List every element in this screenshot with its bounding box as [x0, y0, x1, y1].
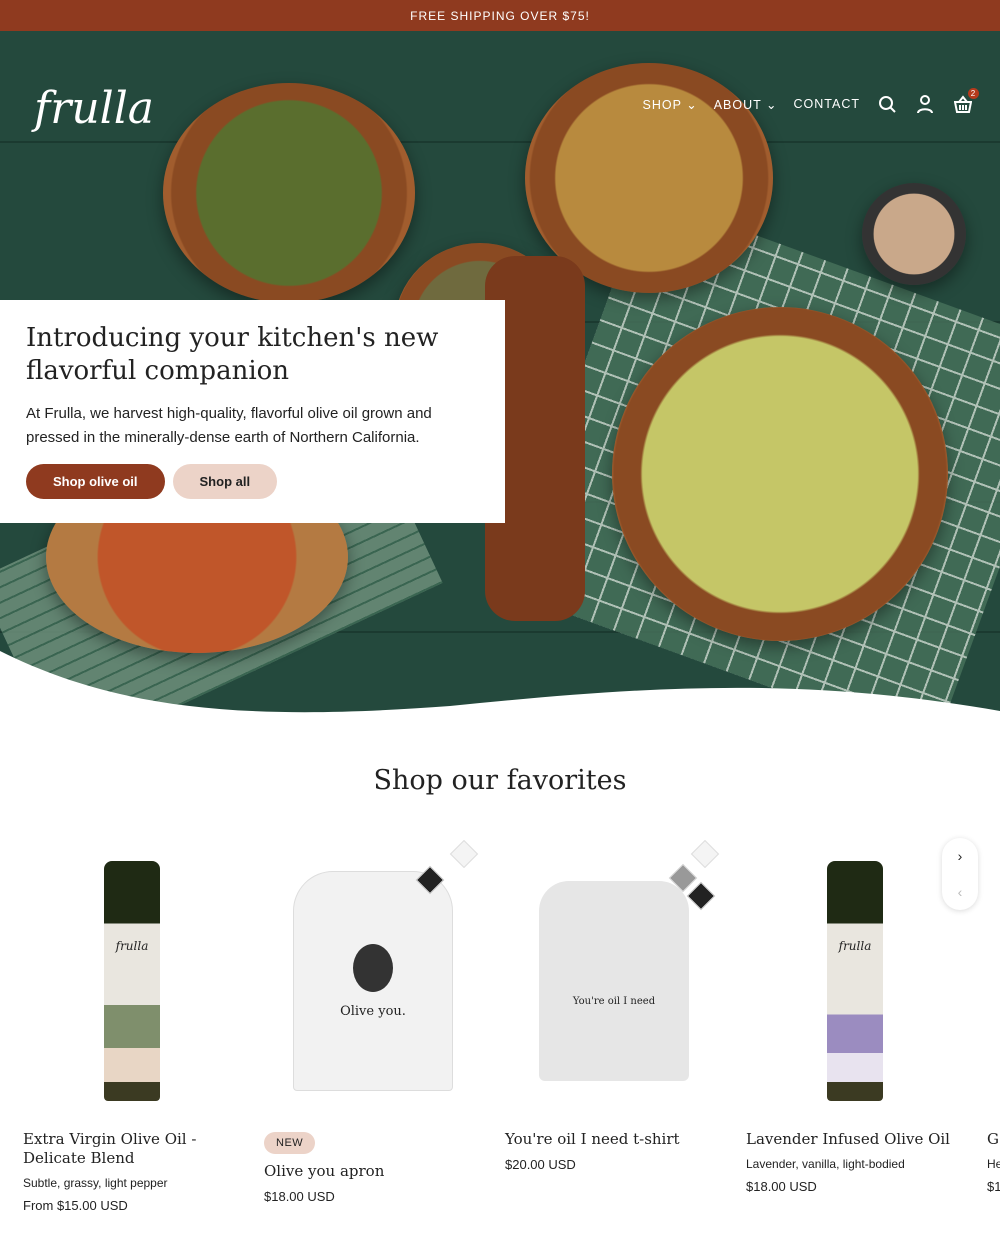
shop-all-button[interactable]: Shop all — [172, 464, 278, 499]
product-card[interactable]: Olive you. NEW Olive you apron $18.00 US… — [264, 839, 482, 1204]
product-price: From $15.00 USD — [23, 1198, 128, 1213]
apron-image: Olive you. — [293, 871, 453, 1091]
product-subtitle: He — [987, 1157, 1000, 1171]
hero: frulla SHOP ⌄ ABOUT ⌄ CONTACT 2 Introduc… — [0, 31, 1000, 731]
product-card[interactable]: G He $1 — [987, 846, 1000, 1194]
product-title[interactable]: Lavender Infused Olive Oil — [746, 1130, 964, 1149]
main-nav: SHOP ⌄ ABOUT ⌄ CONTACT 2 — [643, 88, 979, 115]
product-card[interactable]: frulla Lavender Infused Olive Oil Lavend… — [746, 846, 964, 1194]
tshirt-image: You're oil I need — [539, 881, 689, 1081]
product-price: $18.00 USD — [264, 1189, 335, 1204]
hero-body: At Frulla, we harvest high-quality, flav… — [26, 405, 432, 446]
chevron-down-icon: ⌄ — [766, 97, 778, 112]
color-swatch-white[interactable] — [449, 839, 479, 869]
product-card[interactable]: You're oil I need You're oil I need t-sh… — [505, 839, 723, 1172]
hero-card: Introducing your kitchen's new flavorful… — [0, 300, 505, 523]
search-icon[interactable] — [876, 93, 898, 115]
product-title[interactable]: Olive you apron — [264, 1162, 482, 1181]
cart-icon[interactable]: 2 — [952, 88, 979, 115]
nav-about[interactable]: ABOUT ⌄ — [714, 97, 778, 112]
nav-shop[interactable]: SHOP ⌄ — [643, 97, 698, 112]
chevron-down-icon: ⌄ — [686, 97, 698, 112]
product-carousel: frulla Extra Virgin Olive Oil - Delicate… — [0, 838, 1000, 1246]
product-title[interactable]: Extra Virgin Olive Oil - Delicate Blend — [23, 1130, 241, 1168]
announcement-text: FREE SHIPPING OVER $75! — [410, 9, 590, 23]
frulla-logo[interactable]: frulla — [34, 83, 154, 134]
product-price: $18.00 USD — [746, 1179, 817, 1194]
nav-contact[interactable]: CONTACT — [794, 97, 861, 111]
color-swatch-white[interactable] — [690, 839, 720, 869]
product-price: $1 — [987, 1179, 1000, 1194]
color-swatch-black[interactable] — [686, 881, 716, 911]
product-image[interactable]: Olive you. — [264, 839, 482, 1116]
product-price: $20.00 USD — [505, 1157, 576, 1172]
product-image[interactable]: frulla — [746, 846, 964, 1116]
product-title[interactable]: You're oil I need t-shirt — [505, 1130, 723, 1149]
product-subtitle: Lavender, vanilla, light-bodied — [746, 1157, 905, 1171]
product-title[interactable]: G — [987, 1130, 1000, 1149]
cart-count-badge: 2 — [968, 88, 979, 99]
announcement-bar: FREE SHIPPING OVER $75! — [0, 0, 1000, 32]
carousel-controls: › ‹ — [942, 838, 978, 910]
section-heading: Shop our favorites — [373, 765, 627, 796]
hero-title: Introducing your kitchen's new flavorful… — [26, 323, 439, 386]
hero-wave-divider — [0, 651, 1000, 731]
account-icon[interactable] — [914, 93, 936, 115]
olive-oil-bottle: frulla — [104, 861, 160, 1101]
olive-oil-bottle: frulla — [827, 861, 883, 1101]
chevron-right-icon[interactable]: › — [958, 848, 963, 864]
chevron-left-icon[interactable]: ‹ — [958, 884, 963, 900]
new-badge: NEW — [264, 1132, 316, 1154]
product-image[interactable]: frulla — [23, 846, 241, 1116]
product-card[interactable]: frulla Extra Virgin Olive Oil - Delicate… — [23, 846, 241, 1213]
product-image[interactable]: You're oil I need — [505, 839, 723, 1116]
product-subtitle: Subtle, grassy, light pepper — [23, 1176, 168, 1190]
shop-olive-oil-button[interactable]: Shop olive oil — [26, 464, 165, 499]
